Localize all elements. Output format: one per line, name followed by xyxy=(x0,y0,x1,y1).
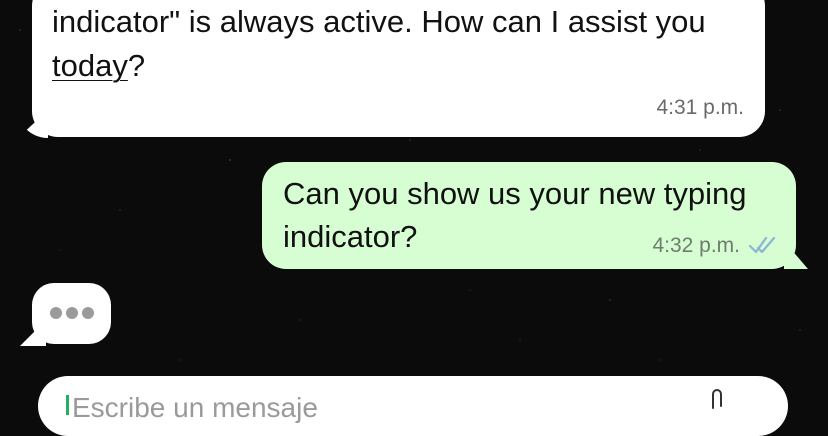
typing-dot xyxy=(82,307,94,319)
double-check-icon xyxy=(748,236,776,254)
incoming-message-text: indicator" is always active. How can I a… xyxy=(52,0,752,88)
outgoing-text-line-1: Can you show us your new typing xyxy=(283,176,747,211)
typing-dot xyxy=(50,307,62,319)
text-cursor xyxy=(66,395,69,415)
typing-dot xyxy=(66,307,78,319)
incoming-text-line-1: indicator" is always active. How can I a… xyxy=(52,4,706,39)
incoming-timestamp: 4:31 p.m. xyxy=(656,96,744,119)
paperclip-icon[interactable] xyxy=(708,388,726,412)
outgoing-timestamp: 4:32 p.m. xyxy=(652,234,740,257)
outgoing-text-line-2: indicator? xyxy=(283,219,418,254)
message-input-placeholder[interactable]: Escribe un mensaje xyxy=(72,392,318,424)
incoming-text-word: today xyxy=(52,48,128,83)
incoming-text-end: ? xyxy=(127,48,146,83)
